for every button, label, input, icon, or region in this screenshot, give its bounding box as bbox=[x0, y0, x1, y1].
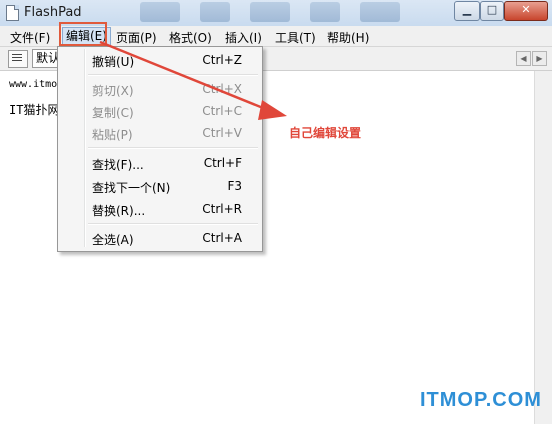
watermark: ITMOP.COM bbox=[420, 389, 542, 411]
annotation-arrow bbox=[99, 40, 287, 120]
annotation-text: 自己编辑设置 bbox=[289, 126, 362, 140]
